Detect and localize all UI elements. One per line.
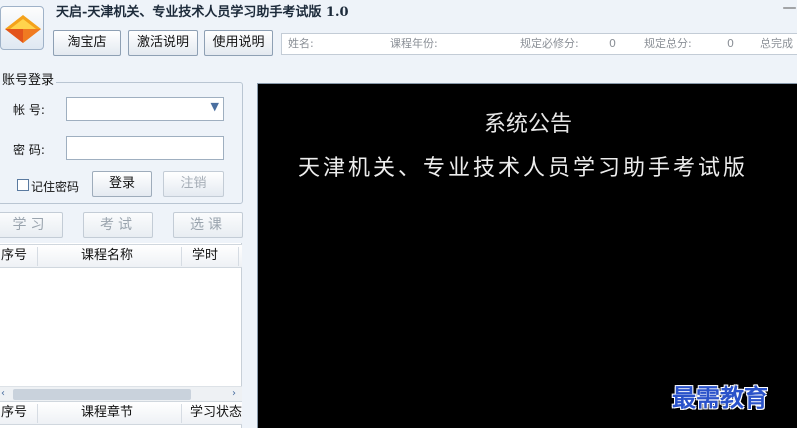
course-table-header: 序号 课程名称 学时 [0,244,242,268]
select-course-button[interactable]: 选课 [173,212,243,238]
column-divider [181,247,182,266]
horizontal-scrollbar[interactable]: ‹ › [0,386,242,401]
column-header-study-status[interactable]: 学习状态 [190,402,242,424]
required-credits-label: 规定必修分: [520,37,579,50]
taobao-shop-button[interactable]: 淘宝店 [53,30,121,56]
account-label: 帐 号: [13,103,45,117]
scroll-left-icon[interactable]: ‹ [1,387,5,401]
window-title: 天启-天津机关、专业技术人员学习助手考试版 1.0 [56,5,349,20]
remember-password-checkbox[interactable] [17,179,29,191]
system-notice-panel: 系统公告 天津机关、专业技术人员学习助手考试版 [257,83,797,428]
column-header-course-name[interactable]: 课程名称 [81,245,133,267]
column-divider [37,247,38,266]
column-header-index[interactable]: 序号 [1,402,27,424]
column-divider [37,404,38,423]
logout-button[interactable]: 注销 [163,171,224,197]
name-label: 姓名: [288,37,314,50]
chevron-down-icon[interactable]: ▼ [211,100,219,113]
notice-title: 系统公告 [483,112,572,137]
column-header-index[interactable]: 序号 [1,245,27,267]
chapter-table-header: 序号 课程章节 学习状态 [0,401,242,425]
study-button[interactable]: 学习 [0,212,63,238]
minimize-button[interactable]: — [782,1,797,17]
usage-help-button[interactable]: 使用说明 [204,30,273,56]
account-combobox[interactable]: ▼ [66,97,224,121]
exam-button[interactable]: 考试 [83,212,153,238]
password-label: 密 码: [13,143,45,157]
user-info-bar: 姓名: 课程年份: 规定必修分: 0 规定总分: 0 总完成 [281,33,797,55]
app-logo [0,6,44,50]
login-button[interactable]: 登录 [92,171,152,197]
password-field[interactable] [66,136,224,160]
login-group-title: 账号登录 [0,73,57,89]
column-header-chapter[interactable]: 课程章节 [81,402,133,424]
total-credits-label: 规定总分: [644,37,692,50]
course-year-label: 课程年份: [390,37,438,50]
column-divider [238,247,239,266]
column-header-hours[interactable]: 学时 [192,245,218,267]
scroll-right-icon[interactable]: › [232,387,236,401]
watermark-text: 最需教育 [672,383,768,412]
scroll-thumb[interactable] [13,389,191,400]
required-credits-value: 0 [609,37,616,50]
activation-help-button[interactable]: 激活说明 [128,30,198,56]
logo-diamond-icon [5,15,41,43]
notice-text: 天津机关、专业技术人员学习助手考试版 [298,156,749,181]
total-completed-label: 总完成 [760,37,793,50]
remember-password-label[interactable]: 记住密码 [31,178,79,195]
column-divider [181,404,182,423]
total-credits-value: 0 [727,37,734,50]
